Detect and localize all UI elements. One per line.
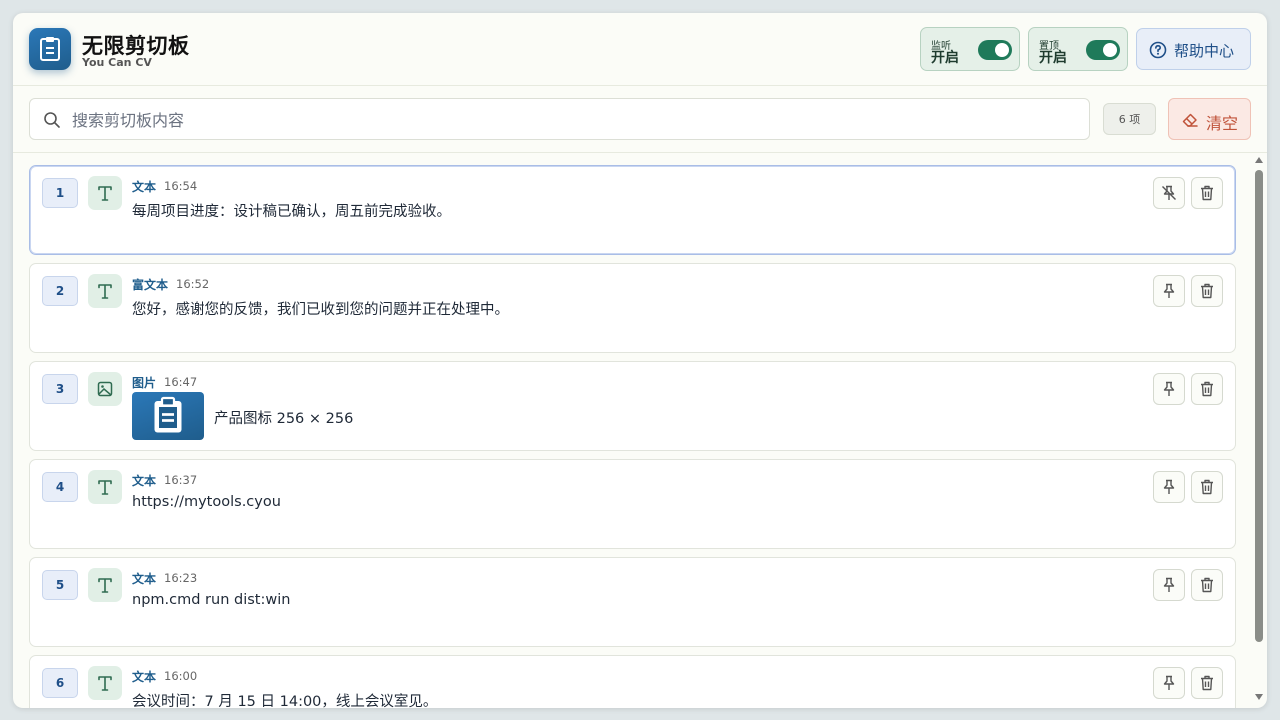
text-icon [88, 274, 122, 308]
item-type: 图片 [132, 376, 157, 390]
help-center-label: 帮助中心 [1174, 42, 1235, 60]
pin-icon [1163, 283, 1175, 298]
unpin-button[interactable] [1153, 177, 1185, 209]
header: 无限剪切板 You Can CV 监听 开启 置顶 开启 帮助中心 [13, 13, 1267, 86]
item-index: 4 [42, 472, 78, 502]
delete-button[interactable] [1191, 373, 1223, 405]
delete-button[interactable] [1191, 667, 1223, 699]
pin-icon [1163, 381, 1175, 396]
search-input[interactable] [72, 107, 1072, 133]
trash-icon [1201, 283, 1213, 299]
clipboard-list: 1 文本 16:54 每周项目进度：设计稿已确认，周五前完成验收。 2 富文本 … [13, 154, 1267, 708]
pin-icon [1163, 479, 1175, 494]
image-caption: 产品图标 256 × 256 [214, 411, 354, 427]
app-subtitle: You Can CV [82, 56, 152, 69]
item-type: 文本 [132, 474, 157, 488]
clipboard-logo-icon [29, 28, 71, 70]
text-icon [88, 568, 122, 602]
clipboard-item[interactable]: 1 文本 16:54 每周项目进度：设计稿已确认，周五前完成验收。 [29, 165, 1236, 255]
pin-button[interactable] [1153, 373, 1185, 405]
clipboard-item[interactable]: 6 文本 16:00 会议时间：7 月 15 日 14:00，线上会议室见。 [29, 655, 1236, 708]
pin-off-icon [1162, 185, 1176, 200]
item-index: 1 [42, 178, 78, 208]
help-center-button[interactable]: 帮助中心 [1136, 28, 1251, 70]
pin-button[interactable] [1153, 275, 1185, 307]
clear-button[interactable]: 清空 [1168, 98, 1251, 140]
trash-icon [1201, 675, 1213, 691]
text-icon [88, 666, 122, 700]
clipboard-item[interactable]: 3 图片 16:47 产品图标 256 × 256 [29, 361, 1236, 451]
scroll-down-arrow-icon[interactable] [1254, 693, 1264, 701]
clear-label: 清空 [1206, 114, 1239, 133]
item-index: 5 [42, 570, 78, 600]
help-circle-icon [1149, 41, 1167, 63]
item-index: 2 [42, 276, 78, 306]
item-type: 文本 [132, 572, 157, 586]
pin-icon [1163, 577, 1175, 592]
scrollbar-thumb[interactable] [1255, 170, 1263, 642]
text-icon [88, 176, 122, 210]
item-type: 文本 [132, 670, 157, 684]
item-time: 16:23 [164, 571, 198, 585]
item-time: 16:00 [164, 669, 198, 683]
item-content: 您好，感谢您的反馈，我们已收到您的问题并正在处理中。 [132, 302, 509, 318]
item-content: https://mytools.cyou [132, 494, 281, 510]
search-field[interactable] [29, 98, 1090, 140]
item-time: 16:37 [164, 473, 198, 487]
item-index: 3 [42, 374, 78, 404]
item-content: npm.cmd run dist:win [132, 592, 291, 608]
monitor-switch[interactable] [978, 40, 1012, 60]
item-content: 每周项目进度：设计稿已确认，周五前完成验收。 [132, 204, 451, 220]
delete-button[interactable] [1191, 569, 1223, 601]
pin-button[interactable] [1153, 667, 1185, 699]
pin-top-state: 开启 [1039, 50, 1067, 66]
search-bar: 6 项 清空 [13, 86, 1267, 153]
image-thumbnail [132, 392, 204, 440]
clipboard-item[interactable]: 5 文本 16:23 npm.cmd run dist:win [29, 557, 1236, 647]
app-window: 无限剪切板 You Can CV 监听 开启 置顶 开启 帮助中心 搜索剪切板内… [13, 13, 1267, 708]
monitor-toggle[interactable]: 监听 开启 [920, 27, 1020, 71]
trash-icon [1201, 577, 1213, 593]
delete-button[interactable] [1191, 275, 1223, 307]
item-time: 16:52 [176, 277, 210, 291]
clipboard-item[interactable]: 4 文本 16:37 https://mytools.cyou [29, 459, 1236, 549]
item-time: 16:47 [164, 375, 198, 389]
trash-icon [1201, 479, 1213, 495]
item-type: 富文本 [132, 278, 169, 292]
text-icon [88, 470, 122, 504]
trash-icon [1201, 185, 1213, 201]
search-icon [43, 111, 61, 133]
delete-button[interactable] [1191, 471, 1223, 503]
pin-top-toggle[interactable]: 置顶 开启 [1028, 27, 1128, 71]
image-icon [88, 372, 122, 406]
pin-button[interactable] [1153, 569, 1185, 601]
delete-button[interactable] [1191, 177, 1223, 209]
monitor-state: 开启 [931, 50, 959, 66]
item-index: 6 [42, 668, 78, 698]
trash-icon [1201, 381, 1213, 397]
item-time: 16:54 [164, 179, 198, 193]
item-content: 会议时间：7 月 15 日 14:00，线上会议室见。 [132, 694, 438, 708]
pin-top-switch[interactable] [1086, 40, 1120, 60]
pin-icon [1163, 675, 1175, 690]
eraser-icon [1181, 111, 1199, 133]
scroll-up-arrow-icon[interactable] [1254, 156, 1264, 164]
item-count-badge: 6 项 [1103, 103, 1156, 135]
item-type: 文本 [132, 180, 157, 194]
pin-button[interactable] [1153, 471, 1185, 503]
clipboard-item[interactable]: 2 富文本 16:52 您好，感谢您的反馈，我们已收到您的问题并正在处理中。 [29, 263, 1236, 353]
